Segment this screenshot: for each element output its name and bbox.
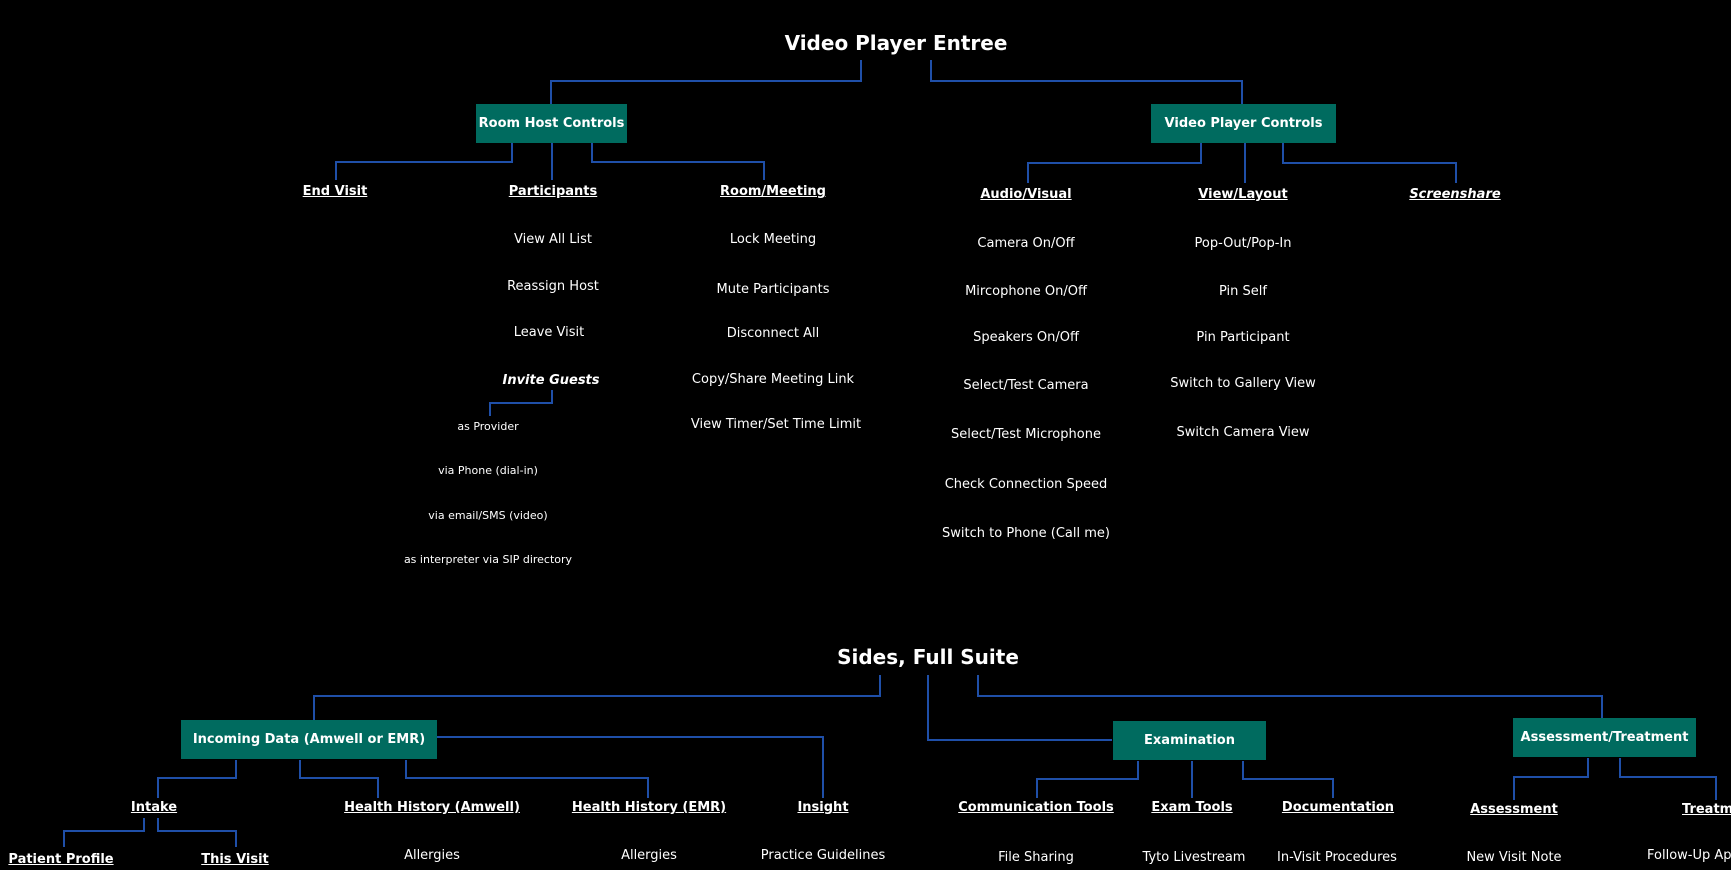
connector [977,675,1603,718]
leaf-item: View All List [514,232,592,247]
leaf-item: Switch Camera View [1176,425,1310,440]
node-view-layout: View/Layout [1198,187,1288,202]
leaf-item: Disconnect All [726,326,820,341]
node-video-player-controls: Video Player Controls [1151,104,1336,143]
node-communication-tools: Communication Tools [958,800,1114,815]
connector [1513,758,1589,800]
leaf-item: Pop-Out/Pop-In [1194,236,1292,251]
leaf-item: File Sharing [998,850,1074,865]
connector [489,390,553,416]
node-room-meeting: Room/Meeting [720,184,826,199]
connector [927,675,1112,741]
connector [437,736,824,798]
connector [1619,758,1717,800]
leaf-item: Select/Test Microphone [951,427,1101,442]
leaf-item: Tyto Livestream [1142,850,1246,865]
diagram-title-bottom: Sides, Full Suite [837,645,1019,669]
connector [313,675,881,720]
node-incoming-data: Incoming Data (Amwell or EMR) [181,720,437,759]
connector [1027,143,1202,183]
leaf-item: Switch to Phone (Call me) [942,526,1110,541]
node-patient-profile: Patient Profile [8,852,114,867]
connector [930,60,1243,104]
leaf-item: as Provider [457,420,519,433]
connector [335,143,513,180]
connector [157,818,237,847]
leaf-item: as interpreter via SIP directory [403,553,573,566]
leaf-item: View Timer/Set Time Limit [690,417,862,432]
leaf-item: Mute Participants [716,282,830,297]
node-assessment-treatment: Assessment/Treatment [1513,718,1696,757]
connector [591,143,765,180]
leaf-item: Check Connection Speed [944,477,1108,492]
leaf-item: Select/Test Camera [963,378,1089,393]
leaf-item: Leave Visit [513,325,585,340]
connector [1242,761,1334,798]
node-invite-guests: Invite Guests [502,373,600,388]
leaf-item: Allergies [621,848,677,863]
connector [63,818,145,847]
leaf-item: Camera On/Off [977,236,1075,251]
leaf-item: Speakers On/Off [973,330,1079,345]
node-examination: Examination [1113,721,1266,760]
leaf-item: via email/SMS (video) [428,509,548,522]
node-documentation: Documentation [1281,800,1395,815]
connector [1036,761,1139,798]
node-screenshare: Screenshare [1409,187,1501,202]
node-assessment: Assessment [1470,802,1558,817]
leaf-item: In-Visit Procedures [1277,850,1397,865]
node-health-history-emr: Health History (EMR) [571,800,727,815]
leaf-item: Practice Guidelines [760,848,886,863]
leaf-item: Lock Meeting [729,232,817,247]
node-intake: Intake [130,800,178,815]
connector [299,760,379,798]
leaf-item: Pin Participant [1196,330,1290,345]
node-treatment: Treatme [1682,802,1731,817]
leaf-item: via Phone (dial-in) [438,464,538,477]
node-exam-tools: Exam Tools [1151,800,1233,815]
connector [550,60,862,104]
leaf-item: Copy/Share Meeting Link [691,372,855,387]
leaf-item: Follow-Up App [1647,848,1731,863]
node-insight: Insight [797,800,849,815]
leaf-item: Switch to Gallery View [1170,376,1316,391]
leaf-item: New Visit Note [1466,850,1562,865]
diagram-title-top: Video Player Entree [784,31,1008,55]
leaf-item: Reassign Host [507,279,599,294]
connector [157,760,237,798]
connector [1282,143,1457,183]
connector [405,760,649,798]
node-health-history-amwell: Health History (Amwell) [344,800,520,815]
leaf-item: Allergies [404,848,460,863]
node-this-visit: This Visit [201,852,269,867]
node-room-host-controls: Room Host Controls [476,104,627,143]
node-audio-visual: Audio/Visual [980,187,1072,202]
leaf-item: Mircophone On/Off [965,284,1087,299]
node-end-visit: End Visit [302,184,368,199]
leaf-item: Pin Self [1219,284,1267,299]
node-participants: Participants [508,184,598,199]
